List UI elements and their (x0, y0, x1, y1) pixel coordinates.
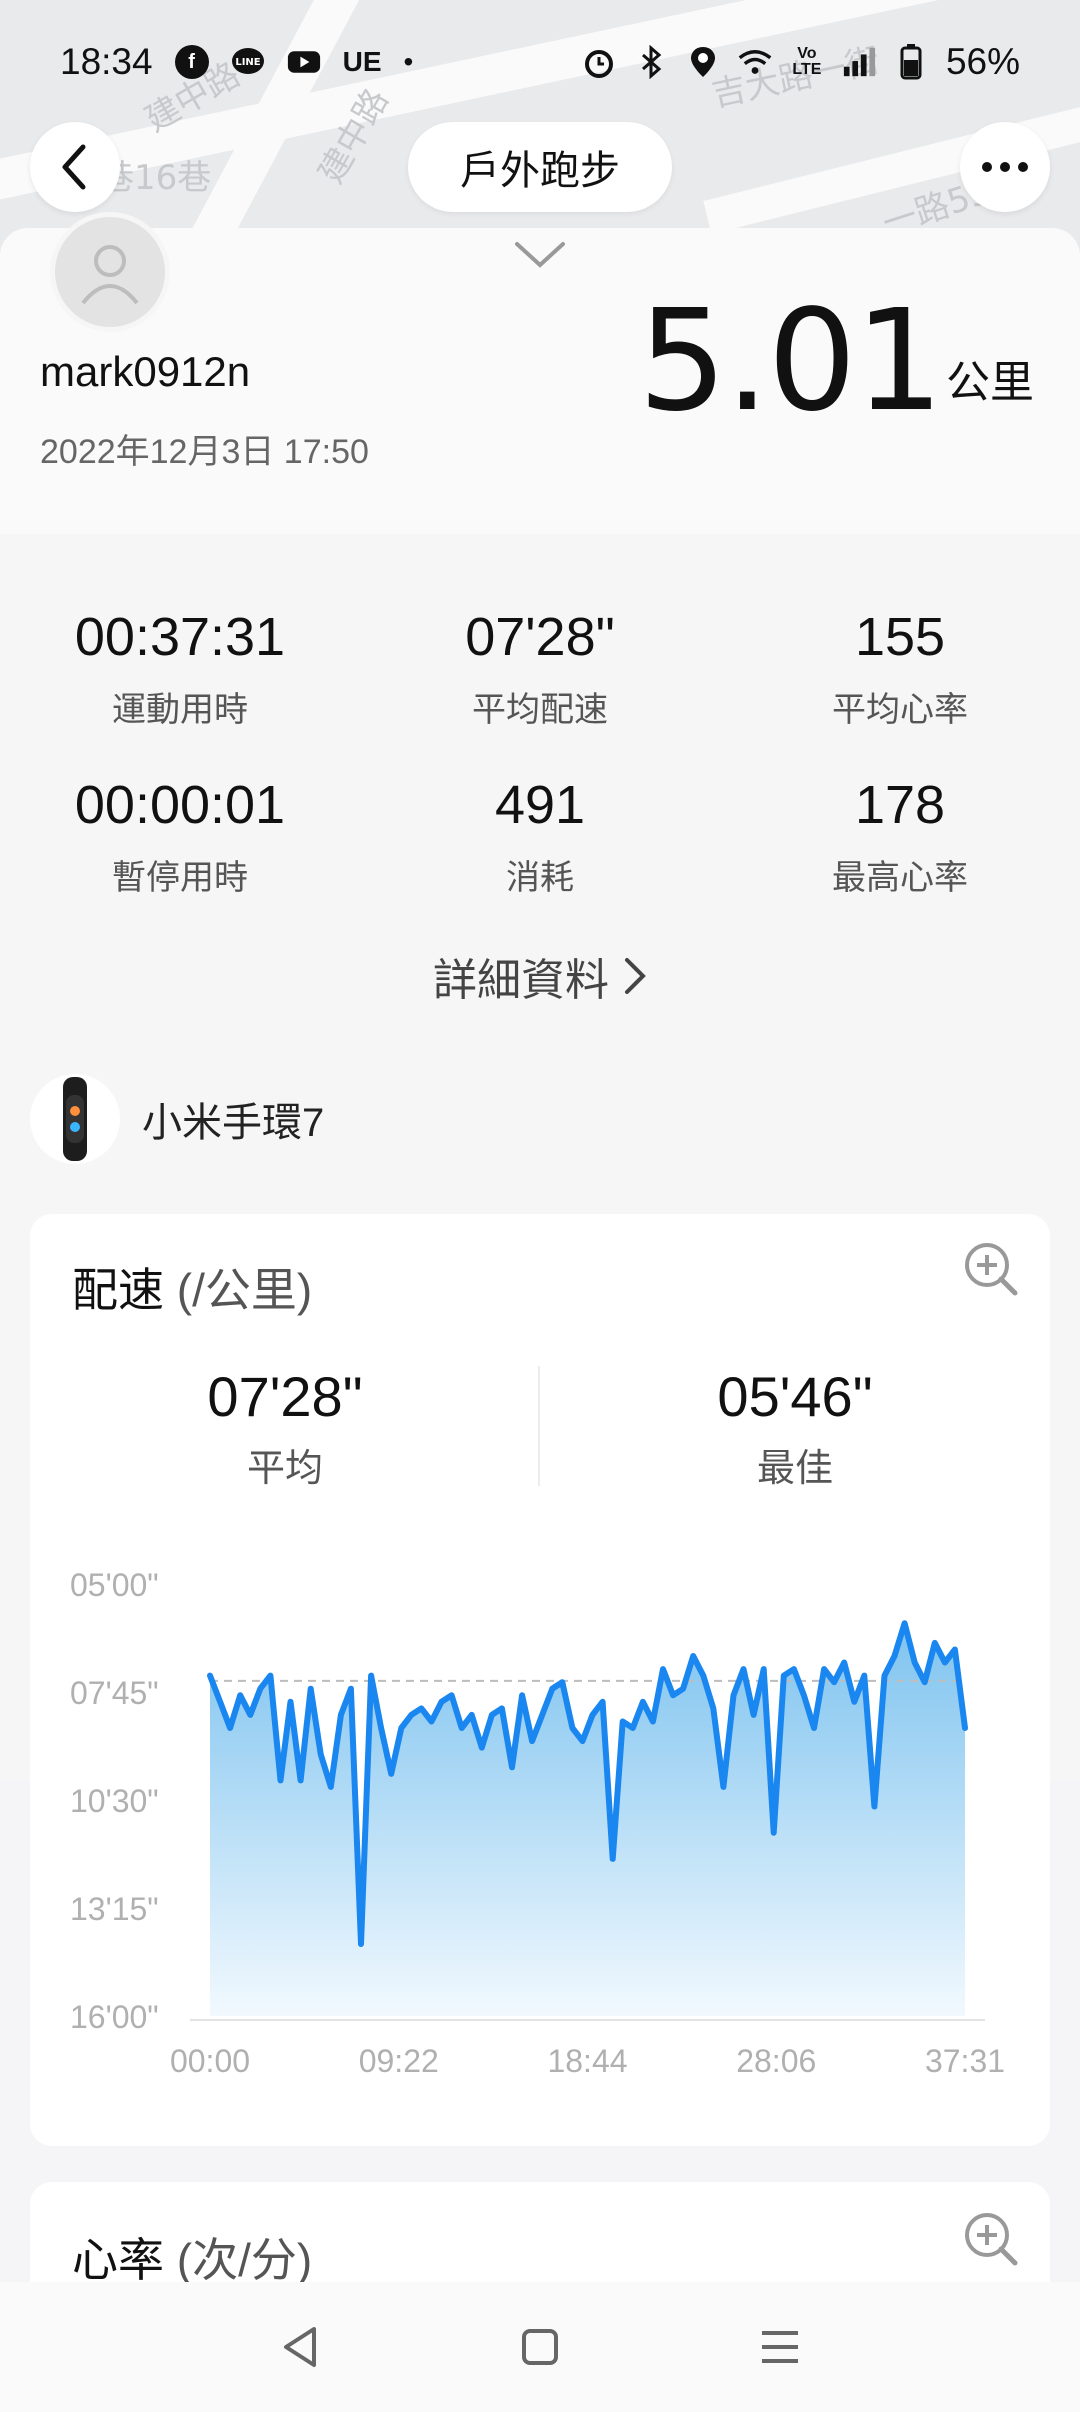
stat-value: 491 (494, 775, 586, 835)
nav-recents-button[interactable] (750, 2317, 810, 2377)
more-icon (982, 162, 1028, 172)
y-tick-label: 16'00" (70, 1999, 159, 2035)
line-icon: LINE (231, 45, 265, 79)
username: mark0912n (40, 348, 251, 395)
pace-title: 配速 (72, 1264, 164, 1316)
heart-card-title: 心率 (次/分) (72, 2224, 312, 2290)
y-tick-label: 10'30" (70, 1783, 159, 1819)
chevron-left-icon (62, 144, 86, 190)
user-icon (81, 245, 139, 305)
pace-average: 07'28" 平均 (30, 1364, 540, 1492)
triangle-back-icon (284, 2327, 316, 2367)
stat-value: 00:00:01 (74, 775, 286, 835)
pace-chart[interactable]: 05'00" 07'45" 10'30" 13'15" 16'00" 00:00 09:2… (30, 1554, 1050, 2114)
stat-pause-time: 00:00:01 暫停用時 (0, 774, 360, 899)
heart-unit: (次/分) (176, 2234, 313, 2286)
pace-card-title: 配速 (/公里) (72, 1254, 312, 1320)
y-tick-label: 07'45" (70, 1675, 159, 1711)
menu-lines-icon (762, 2331, 798, 2363)
pace-card: 配速 (/公里) 07'28" 平均 05'46" 最佳 05'00" 07'45… (30, 1214, 1050, 2146)
pace-best: 05'46" 最佳 (540, 1364, 1050, 1492)
battery-percent: 56% (945, 41, 1020, 82)
more-options-button[interactable] (960, 122, 1050, 212)
x-tick-label: 00:00 (170, 2043, 250, 2079)
device-row[interactable]: 小米手環7 (30, 1074, 324, 1164)
stat-value: 155 (854, 607, 946, 667)
pace-best-value: 05'46" (717, 1365, 873, 1428)
distance-unit: 公里 (946, 358, 1034, 407)
zoom-in-icon[interactable] (962, 1240, 1020, 1298)
location-icon (686, 45, 720, 79)
wifi-icon (738, 45, 772, 79)
back-button[interactable] (30, 122, 120, 212)
x-tick-label: 37:31 (925, 2043, 1005, 2079)
collapse-sheet-handle[interactable] (514, 240, 566, 275)
facebook-icon: f (174, 45, 209, 79)
signal-icon (842, 45, 876, 79)
workout-datetime: 2022年12月3日 17:50 (40, 433, 369, 471)
page-title[interactable]: 戶外跑步 (408, 122, 672, 212)
stat-label: 運動用時 (112, 691, 248, 729)
bluetooth-icon (634, 45, 668, 79)
carrier-badge: UE (342, 46, 382, 77)
y-tick-label: 05'00" (70, 1567, 159, 1603)
svg-text:LINE: LINE (235, 57, 260, 68)
stat-max-heart-rate: 178 最高心率 (720, 774, 1080, 899)
stat-label: 平均配速 (472, 691, 608, 729)
stat-value: 00:37:31 (74, 607, 286, 667)
stat-avg-pace: 07'28" 平均配速 (360, 606, 720, 731)
chevron-down-icon (515, 242, 565, 268)
pace-average-label: 平均 (246, 1448, 323, 1490)
stat-label: 消耗 (506, 859, 574, 897)
nav-home-button[interactable] (510, 2317, 570, 2377)
stat-label: 平均心率 (832, 691, 968, 729)
x-tick-label: 28:06 (736, 2043, 816, 2079)
stat-duration: 00:37:31 運動用時 (0, 606, 360, 731)
pace-best-label: 最佳 (756, 1448, 833, 1490)
heart-title: 心率 (72, 2234, 164, 2286)
y-tick-label: 13'15" (70, 1891, 159, 1927)
status-bar: 18:34 f LINE UE • Vo LTE 56% (0, 0, 1080, 124)
zoom-in-icon[interactable] (962, 2210, 1020, 2268)
chevron-right-icon (625, 958, 646, 994)
pace-unit: (/公里) (176, 1264, 313, 1316)
stat-value: 178 (854, 775, 946, 835)
youtube-icon (287, 45, 321, 79)
pace-average-value: 07'28" (207, 1365, 363, 1428)
alarm-icon (582, 45, 616, 79)
system-navigation-bar (0, 2282, 1080, 2412)
avatar[interactable] (50, 212, 170, 332)
x-tick-label: 09:22 (359, 2043, 439, 2079)
distance-value: 5.01 (638, 280, 944, 443)
stat-avg-heart-rate: 155 平均心率 (720, 606, 1080, 731)
device-name: 小米手環7 (142, 1101, 325, 1145)
notification-dot-icon: • (403, 46, 414, 77)
square-home-icon (522, 2329, 558, 2365)
details-link[interactable]: 詳細資料 (0, 944, 1080, 1008)
smart-band-icon (30, 1074, 120, 1164)
battery-icon (894, 44, 928, 80)
nav-back-button[interactable] (270, 2317, 330, 2377)
status-time: 18:34 (60, 41, 153, 82)
stat-value: 07'28" (465, 607, 615, 667)
details-link-label: 詳細資料 (433, 956, 609, 1005)
stat-calories: 491 消耗 (360, 774, 720, 899)
x-tick-label: 18:44 (547, 2043, 627, 2079)
stat-label: 最高心率 (832, 859, 968, 897)
stat-label: 暫停用時 (112, 859, 248, 897)
volte-icon: Vo LTE (792, 45, 822, 78)
